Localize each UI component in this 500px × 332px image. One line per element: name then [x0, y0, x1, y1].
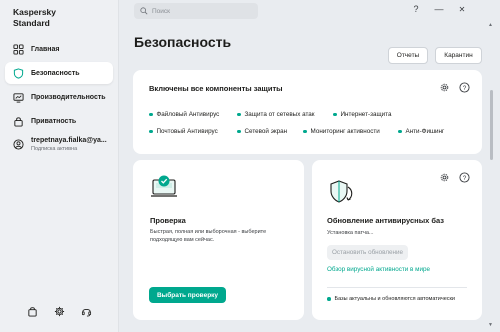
svg-text:?: ? [463, 85, 467, 92]
protection-status-card: Включены все компоненты защиты ? Файловы… [133, 70, 482, 154]
app-logo-text: Kaspersky Standard [13, 7, 57, 28]
close-button[interactable]: ✕ [455, 3, 469, 15]
divider [327, 287, 467, 288]
scan-title: Проверка [150, 216, 186, 225]
quarantine-button[interactable]: Карантин [435, 47, 482, 64]
grid-icon [13, 43, 24, 55]
update-title: Обновление антивирусных баз [327, 216, 444, 225]
update-status: Установка патча... [327, 230, 374, 236]
account-item[interactable]: trepetnaya.fialka@ya... Подписка активна [13, 136, 107, 153]
help-button[interactable]: ? [409, 3, 423, 15]
choose-scan-button[interactable]: Выбрать проверку [149, 287, 226, 303]
sidebar-item-label: Производительность [31, 93, 106, 101]
sidebar-item-label: Приватность [31, 117, 77, 125]
search-input[interactable] [152, 7, 252, 15]
help-circle-icon[interactable]: ? [459, 82, 470, 93]
svg-text:?: ? [463, 175, 467, 182]
status-dot [149, 129, 153, 134]
gear-icon[interactable] [439, 172, 450, 183]
stop-update-button[interactable]: Остановить обновление [327, 245, 408, 260]
scan-card: Проверка Быстрая, полная или выборочная … [133, 160, 304, 320]
user-icon [13, 137, 24, 150]
bag-icon[interactable] [27, 306, 38, 317]
account-email: trepetnaya.fialka@ya... [31, 137, 107, 144]
shield-icon [13, 67, 24, 79]
virus-activity-link[interactable]: Обзор вирусной активности в мире [327, 266, 430, 273]
protection-title: Включены все компоненты защиты [149, 84, 283, 93]
sidebar-item-label: Главная [31, 45, 60, 53]
component-item[interactable]: Сетевой экран [237, 128, 287, 135]
scrollbar[interactable] [490, 20, 494, 320]
lock-icon [13, 116, 24, 127]
sidebar: Kaspersky Standard Главная Безопасность … [0, 0, 119, 332]
status-dot [237, 112, 241, 117]
component-item[interactable]: Файловый Антивирус [149, 111, 219, 118]
speedometer-icon [13, 92, 24, 103]
subscription-status: Подписка активна [31, 146, 78, 152]
component-item[interactable]: Мониторинг активности [303, 128, 380, 135]
minimize-button[interactable]: — [432, 3, 446, 15]
sidebar-item-home[interactable]: Главная [5, 38, 113, 60]
update-footer-status: Базы актуальны и обновляются автоматичес… [327, 296, 455, 302]
component-item[interactable]: Интернет-защита [333, 111, 391, 118]
update-card: ? Обновление антивирусных баз Установка … [312, 160, 482, 320]
search-icon [140, 7, 148, 15]
shield-refresh-icon [327, 178, 355, 206]
status-dot [237, 129, 241, 134]
component-item[interactable]: Почтовый Антивирус [149, 128, 218, 135]
search-field[interactable] [134, 3, 258, 19]
headset-icon[interactable] [81, 306, 92, 317]
reports-button[interactable]: Отчеты [388, 47, 428, 64]
help-circle-icon[interactable]: ? [459, 172, 470, 183]
page-title: Безопасность [134, 34, 232, 50]
gear-icon[interactable] [439, 82, 450, 93]
status-dot [327, 297, 331, 301]
sidebar-item-performance[interactable]: Производительность [5, 86, 113, 108]
sidebar-item-label: Безопасность [31, 69, 80, 77]
status-dot [303, 129, 307, 134]
scroll-down-arrow[interactable]: ▼ [488, 322, 493, 328]
sidebar-item-security[interactable]: Безопасность [5, 62, 113, 84]
component-item[interactable]: Анти-Фишинг [398, 128, 444, 135]
laptop-check-icon [150, 174, 178, 200]
component-item[interactable]: Защита от сетевых атак [237, 111, 315, 118]
scan-description: Быстрая, полная или выборочная - выберит… [150, 229, 267, 243]
scrollbar-thumb[interactable] [490, 90, 493, 160]
gear-icon[interactable] [54, 306, 65, 317]
status-dot [398, 129, 402, 134]
status-dot [333, 112, 337, 117]
sidebar-item-privacy[interactable]: Приватность [5, 110, 113, 132]
status-dot [149, 112, 153, 117]
